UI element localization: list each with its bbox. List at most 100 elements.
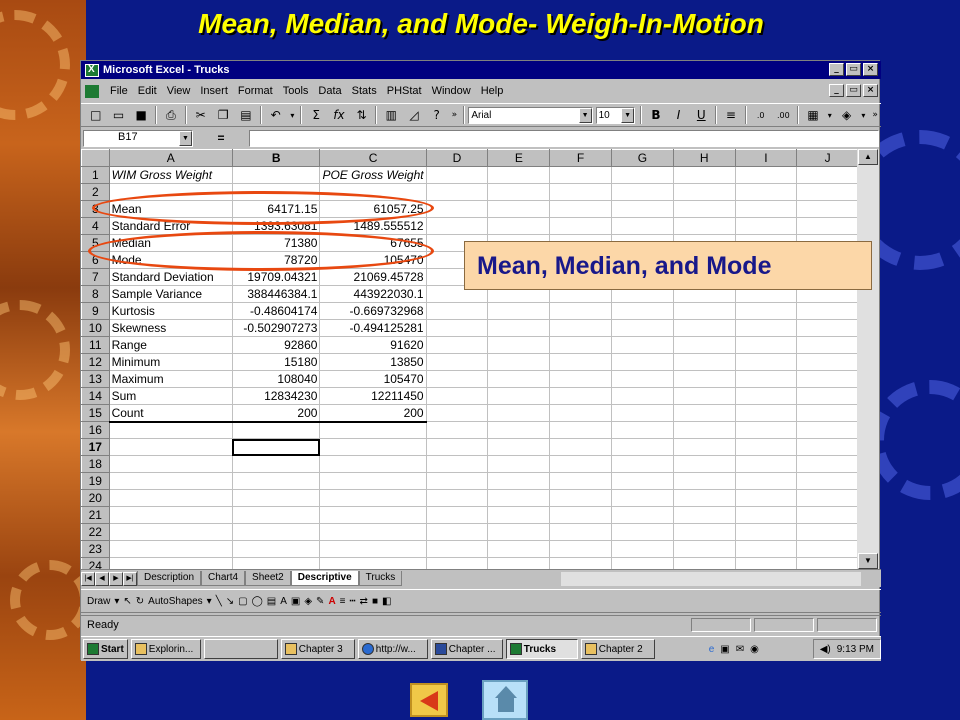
cell-c[interactable]: 21069.45728	[319, 268, 427, 286]
cell-a[interactable]: Skewness	[108, 319, 233, 337]
cell-empty[interactable]	[487, 557, 551, 569]
cell-a[interactable]: Maximum	[108, 370, 233, 388]
chevron-down-icon[interactable]: ▼	[621, 107, 635, 123]
tab-description[interactable]: Description	[137, 571, 202, 586]
cell-empty[interactable]	[487, 370, 551, 388]
outlook-icon[interactable]: ✉	[736, 644, 744, 655]
cell-empty[interactable]	[549, 217, 612, 235]
first-sheet-icon[interactable]: |◀	[81, 571, 95, 586]
cell-empty[interactable]	[796, 387, 859, 405]
cell-empty[interactable]	[796, 319, 859, 337]
cell-empty[interactable]	[425, 438, 489, 456]
cell-empty[interactable]	[487, 489, 551, 507]
column-header[interactable]: E	[487, 149, 551, 167]
tab-descriptive[interactable]: Descriptive	[290, 571, 359, 586]
cell-b[interactable]: 108040	[231, 370, 321, 388]
cell-c[interactable]: 91620	[319, 336, 427, 354]
cell-empty[interactable]	[672, 506, 736, 524]
cell-c[interactable]	[319, 438, 427, 456]
cell-b[interactable]: -0.48604174	[231, 302, 321, 320]
chart-wizard-icon[interactable]: ▥	[380, 105, 402, 125]
cell-empty[interactable]	[549, 489, 612, 507]
free-rotate-icon[interactable]: ↻	[136, 596, 144, 607]
cell-empty[interactable]	[672, 404, 736, 422]
cell-c[interactable]	[319, 540, 427, 558]
desktop-icon[interactable]: ▣	[720, 644, 729, 655]
cell-empty[interactable]	[425, 557, 489, 569]
cell-empty[interactable]	[734, 421, 798, 439]
undo-icon[interactable]: ↶	[265, 105, 287, 125]
cell-empty[interactable]	[796, 336, 859, 354]
cell-c[interactable]: -0.494125281	[319, 319, 427, 337]
cell-c[interactable]	[319, 557, 427, 569]
autoshapes-menu-button[interactable]: AutoShapes	[148, 596, 203, 607]
cell-empty[interactable]	[672, 166, 736, 184]
cell-empty[interactable]	[549, 370, 612, 388]
cell-empty[interactable]	[734, 472, 798, 490]
cell-empty[interactable]	[487, 455, 551, 473]
cell-a[interactable]: Count	[108, 404, 233, 423]
cell-empty[interactable]	[796, 200, 859, 218]
cell-empty[interactable]	[796, 523, 859, 541]
row-header[interactable]: 23	[81, 540, 110, 558]
cell-a[interactable]: WIM Gross Weight	[108, 166, 233, 184]
cell-empty[interactable]	[610, 438, 674, 456]
row-header[interactable]: 4	[81, 217, 110, 235]
cell-b[interactable]: 388446384.1	[231, 285, 321, 303]
cell-empty[interactable]	[487, 438, 551, 456]
rectangle-icon[interactable]: ▢	[238, 596, 247, 607]
cell-empty[interactable]	[610, 421, 674, 439]
cell-empty[interactable]	[425, 540, 489, 558]
cell-empty[interactable]	[425, 336, 489, 354]
cell-empty[interactable]	[549, 557, 612, 569]
home-button[interactable]	[482, 680, 528, 720]
row-header[interactable]: 24	[81, 557, 110, 569]
taskbar-trucks[interactable]: Trucks	[505, 639, 578, 659]
close-button[interactable]: ×	[863, 63, 878, 76]
cell-empty[interactable]	[549, 404, 612, 422]
row-header[interactable]: 8	[81, 285, 110, 303]
chevron-down-icon[interactable]: ▾	[114, 596, 119, 607]
cut-icon[interactable]: ✂	[190, 105, 212, 125]
workbook-icon[interactable]	[85, 84, 99, 98]
draw-menu-button[interactable]: Draw	[87, 596, 110, 607]
cell-c[interactable]	[319, 455, 427, 473]
row-header[interactable]: 16	[81, 421, 110, 439]
cell-empty[interactable]	[549, 540, 612, 558]
cell-empty[interactable]	[549, 319, 612, 337]
cell-empty[interactable]	[734, 353, 798, 371]
cell-a[interactable]	[108, 472, 233, 490]
cell-empty[interactable]	[672, 523, 736, 541]
dash-style-icon[interactable]: ┅	[350, 596, 356, 607]
cell-empty[interactable]	[487, 506, 551, 524]
cell-empty[interactable]	[425, 387, 489, 405]
cell-a[interactable]: Sample Variance	[108, 285, 233, 303]
prev-sheet-icon[interactable]: ◀	[95, 571, 109, 586]
cell-empty[interactable]	[549, 200, 612, 218]
cell-empty[interactable]	[796, 183, 859, 201]
decrease-decimal-icon[interactable]: .00	[772, 105, 794, 125]
column-header[interactable]: D	[425, 149, 489, 167]
cell-c[interactable]: 13850	[319, 353, 427, 371]
cell-a[interactable]: Kurtosis	[108, 302, 233, 320]
volume-icon[interactable]: ◀)	[820, 644, 831, 655]
cell-empty[interactable]	[734, 336, 798, 354]
function-icon[interactable]: fx	[328, 105, 350, 125]
row-header[interactable]: 17	[81, 438, 110, 456]
cell-empty[interactable]	[425, 217, 489, 235]
cell-empty[interactable]	[487, 353, 551, 371]
menu-file[interactable]: File	[105, 85, 133, 97]
cell-empty[interactable]	[672, 472, 736, 490]
cell-c[interactable]: -0.669732968	[319, 302, 427, 320]
ie-icon[interactable]: e	[709, 644, 715, 655]
row-header[interactable]: 22	[81, 523, 110, 541]
chevron-down-icon[interactable]: ▾	[207, 596, 212, 607]
taskbar-chapter-word[interactable]: Chapter ...	[430, 639, 503, 659]
cell-empty[interactable]	[796, 455, 859, 473]
scroll-down-icon[interactable]: ▼	[858, 553, 878, 569]
cell-empty[interactable]	[672, 200, 736, 218]
column-header[interactable]: J	[796, 149, 859, 167]
cell-empty[interactable]	[425, 455, 489, 473]
cell-empty[interactable]	[549, 353, 612, 371]
cell-c[interactable]	[319, 489, 427, 507]
